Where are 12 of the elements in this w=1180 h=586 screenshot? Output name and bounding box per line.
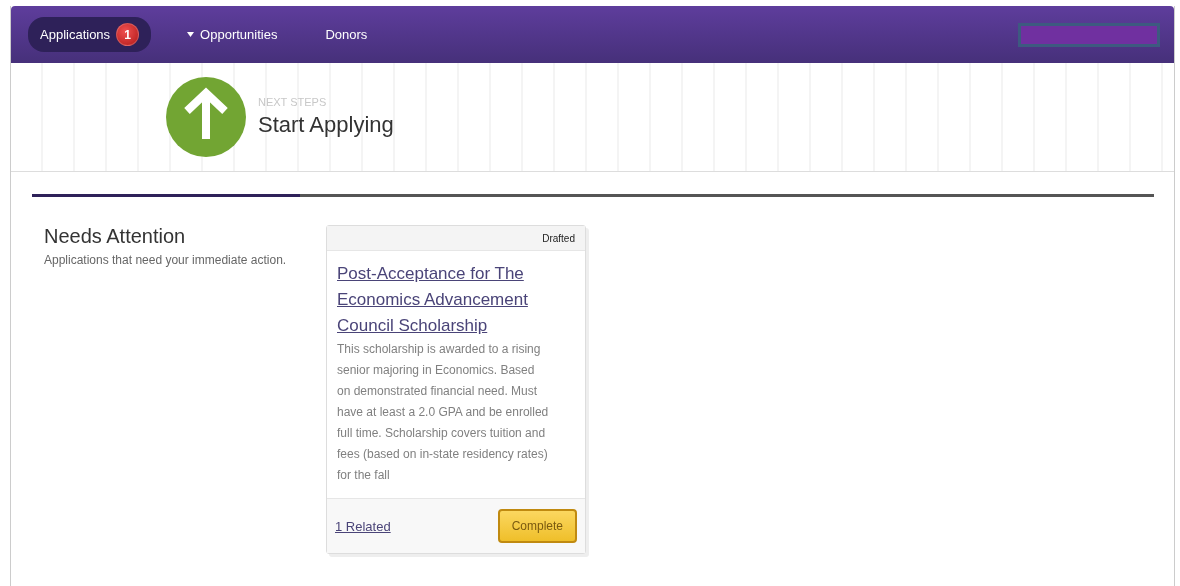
nav-tab[interactable]: Applications 1 bbox=[28, 17, 152, 52]
nav-tab[interactable]: Opportunities bbox=[175, 21, 290, 48]
status-label: Drafted bbox=[542, 232, 575, 244]
section-title: Needs Attention bbox=[44, 225, 187, 248]
related-link[interactable]: 1 Related bbox=[335, 518, 391, 534]
notification-badge: 1 bbox=[116, 23, 140, 46]
header-title: Start Applying bbox=[258, 112, 394, 138]
card-title-link[interactable]: Post-Acceptance for The Economics Advancement Council Scholarship bbox=[337, 261, 575, 339]
complete-button[interactable]: Complete bbox=[497, 509, 577, 543]
nav-tab[interactable]: Donors bbox=[313, 21, 380, 48]
card-description: This scholarship is awarded to a rising senior majoring in Economics. Based on demonstrated financial need. Must have at least a 2.0 GPA and be enrolled full time. Scholarship covers tuition and fees (based on in-state residency rates) for the fall bbox=[337, 341, 550, 484]
section-description: Applications that need your immediate action. bbox=[44, 252, 288, 269]
